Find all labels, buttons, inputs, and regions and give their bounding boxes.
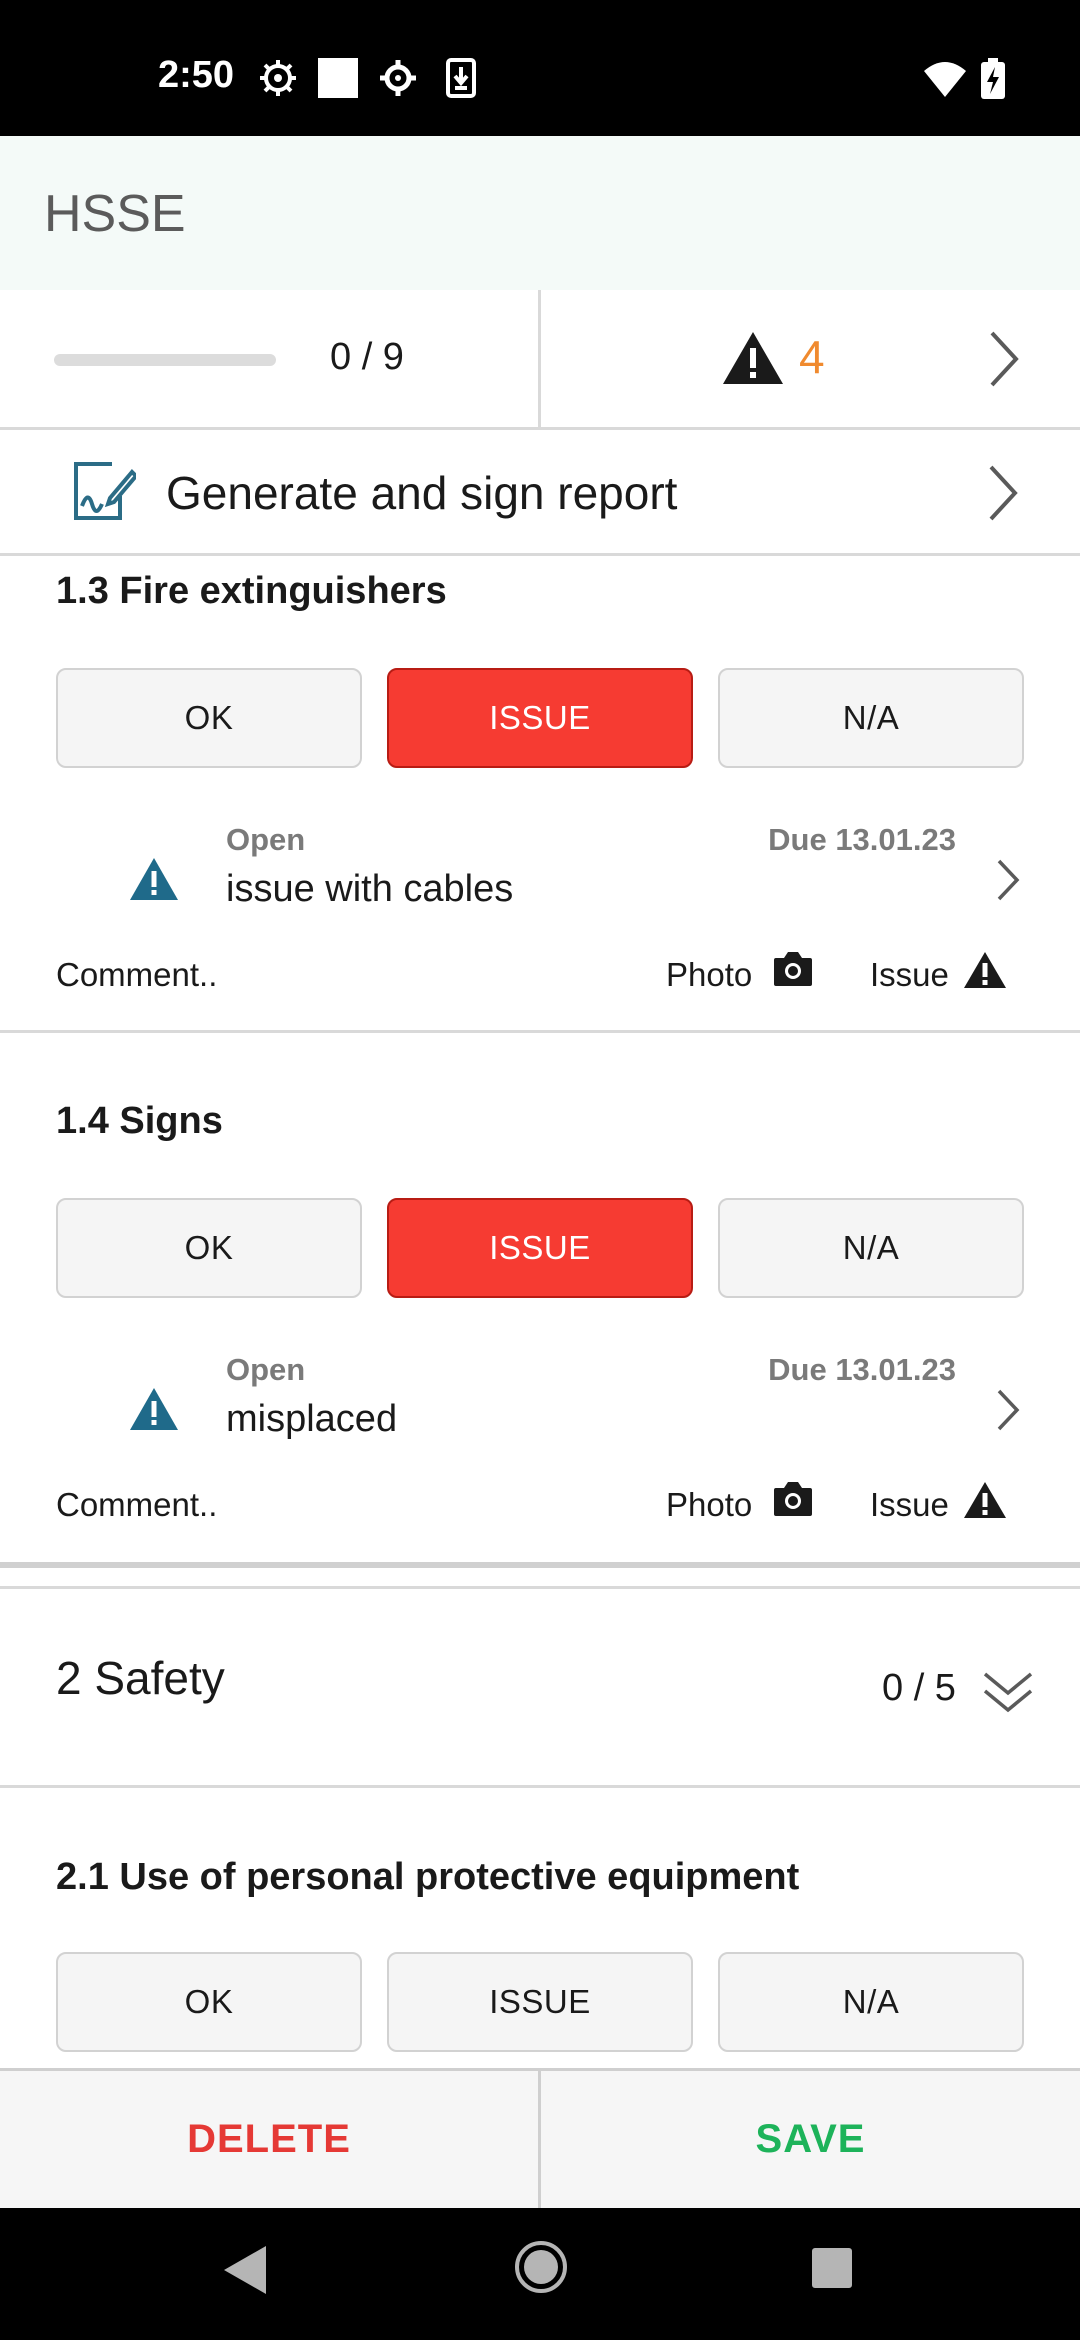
item-divider [0,1030,1080,1033]
generate-report-label: Generate and sign report [166,467,678,519]
section-title: 2 Safety [56,1652,225,1704]
issue-button[interactable]: ISSUE [387,1952,693,2052]
sign-document-icon [74,462,136,520]
item-divider [0,1562,1080,1568]
warning-icon [130,1388,178,1430]
issue-description: issue with cables [226,868,514,910]
issue-due-date: Due 13.01.23 [768,822,956,857]
chevron-double-down-icon [983,1672,1033,1713]
chevron-right-icon [990,331,1019,387]
warning-icon [130,858,178,900]
issue-status: Open [226,1352,306,1387]
section-count: 0 / 5 [882,1667,956,1709]
generate-report-button[interactable]: Generate and sign report [0,430,1080,556]
issue-entry[interactable]: Open issue with cables Due 13.01.23 [0,822,1080,942]
save-button[interactable]: SAVE [541,2071,1080,2208]
app-title: HSSE [44,185,186,243]
camera-icon[interactable] [772,1480,814,1518]
section-header-safety[interactable]: 2 Safety 0 / 5 [0,1586,1080,1788]
progress-bar [54,354,276,366]
issue-button-selected[interactable]: ISSUE [387,1198,693,1298]
issue-button-selected[interactable]: ISSUE [387,668,693,768]
status-time: 2:50 [158,54,235,96]
add-issue-button[interactable]: Issue [870,1486,949,1524]
item-title: 2.1 Use of personal protective equipment [56,1856,800,1898]
settings-icon [380,60,416,96]
system-nav-bar [0,2208,1080,2340]
item-actions: Comment.. Photo Issue [0,950,1080,1010]
warning-icon [723,332,783,384]
recents-icon[interactable] [810,2246,854,2290]
issue-entry[interactable]: Open misplaced Due 13.01.23 [0,1352,1080,1472]
wifi-icon [924,62,966,97]
battery-charging-icon [981,58,1005,99]
na-button[interactable]: N/A [718,1952,1024,2052]
na-button[interactable]: N/A [718,1198,1024,1298]
ok-button[interactable]: OK [56,1198,362,1298]
status-bar: 2:50 [0,0,1080,136]
camera-icon[interactable] [772,950,814,988]
issue-status: Open [226,822,306,857]
item-actions: Comment.. Photo Issue [0,1480,1080,1540]
na-button[interactable]: N/A [718,668,1024,768]
delete-button[interactable]: DELETE [0,2071,538,2208]
issue-due-date: Due 13.01.23 [768,1352,956,1387]
white-square-icon [318,58,358,98]
ok-button[interactable]: OK [56,1952,362,2052]
bottom-action-bar: DELETE SAVE [0,2068,1080,2211]
warning-icon[interactable] [962,950,1008,990]
issue-description: misplaced [226,1398,398,1440]
chevron-right-icon [997,859,1020,901]
add-issue-button[interactable]: Issue [870,956,949,994]
chevron-right-icon [989,465,1018,521]
home-icon[interactable] [514,2240,568,2294]
gear-chip-icon [260,60,296,96]
comment-button[interactable]: Comment.. [56,956,217,994]
issues-count: 4 [799,331,825,383]
app-header: HSSE [0,136,1080,290]
item-title: 1.4 Signs [56,1100,223,1142]
download-icon [446,58,476,98]
progress-count: 0 / 9 [330,336,404,378]
chevron-right-icon [997,1389,1020,1431]
photo-button[interactable]: Photo [666,1486,752,1524]
comment-button[interactable]: Comment.. [56,1486,217,1524]
ok-button[interactable]: OK [56,668,362,768]
photo-button[interactable]: Photo [666,956,752,994]
progress-row: 0 / 9 4 [0,290,1080,430]
item-title: 1.3 Fire extinguishers [56,570,447,612]
warning-icon[interactable] [962,1480,1008,1520]
back-icon[interactable] [222,2244,268,2296]
issues-summary-button[interactable]: 4 [541,290,1080,430]
